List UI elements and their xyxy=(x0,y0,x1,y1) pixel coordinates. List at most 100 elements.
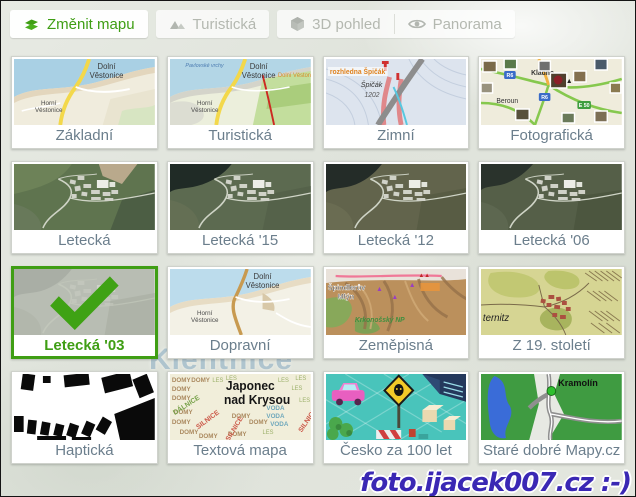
thumb-fotograficka: R6 R6 E 50 Kladno Beroun xyxy=(481,59,622,125)
svg-text:LES: LES xyxy=(299,398,310,404)
svg-text:Dolní: Dolní xyxy=(249,62,268,71)
eye-icon xyxy=(408,17,426,31)
svg-text:Věstonice: Věstonice xyxy=(191,107,219,114)
svg-text:Špindlerův: Špindlerův xyxy=(327,283,365,292)
svg-text:Dolní: Dolní xyxy=(253,272,272,281)
thumb-zakladni: Dolní Věstonice Horní Věstonice xyxy=(14,59,155,125)
thumb-turisticka: Pavlovské vrchy Dolní Věstonice Dolní Vě… xyxy=(170,59,311,125)
svg-text:Dolní: Dolní xyxy=(98,62,117,71)
svg-text:Kramolín: Kramolín xyxy=(558,378,598,388)
tile-label: Letecká '06 xyxy=(481,230,622,251)
map-tile-cesko-za-100-let[interactable]: Česko za 100 let xyxy=(323,371,470,464)
tile-label: Letecká '15 xyxy=(170,230,311,251)
svg-text:nad Krysou: nad Krysou xyxy=(224,393,290,407)
photo-watermark: foto.ijacek007.cz :-) xyxy=(360,468,631,497)
svg-text:rozhledna Špičák: rozhledna Špičák xyxy=(329,67,385,76)
tile-label: Česko za 100 let xyxy=(326,440,467,461)
view-3d-label: 3D pohled xyxy=(312,16,380,33)
layers-icon xyxy=(23,16,40,32)
svg-text:Věstonice: Věstonice xyxy=(245,281,279,290)
tile-label: Zimní xyxy=(326,125,467,146)
thumb-hapticka xyxy=(14,374,155,440)
thumb-z19: ternitz xyxy=(481,269,622,335)
map-tile-textova-mapa[interactable]: DOMY DOMY DOMY DOMY DOMY DOMY DOMY DOMY … xyxy=(167,371,314,464)
thumb-dopravni: Dolní Věstonice Horní Věstonice xyxy=(170,269,311,335)
tile-label: Letecká '03 xyxy=(14,335,155,356)
tile-label: Staré dobré Mapy.cz xyxy=(481,440,622,461)
svg-text:R6: R6 xyxy=(541,95,548,101)
thumb-letecka-12 xyxy=(326,164,467,230)
svg-text:Krkonošský NP: Krkonošský NP xyxy=(354,317,404,324)
thumb-letecka-06 xyxy=(481,164,622,230)
thumb-zemepisna: ▲▲▲ ▲▲ Špindlerův Mlýn Krkonošský NP xyxy=(326,269,467,335)
map-switcher-screen: Klentnice Změnit mapu Turistická xyxy=(0,0,636,497)
change-map-button[interactable]: Změnit mapu xyxy=(10,10,148,38)
change-map-label: Změnit mapu xyxy=(47,16,135,33)
map-tile-zakladni[interactable]: Dolní Věstonice Horní Věstonice Základní xyxy=(11,56,158,149)
svg-text:Japonec: Japonec xyxy=(226,379,275,393)
map-tile-dopravni[interactable]: Dolní Věstonice Horní Věstonice Dopravní xyxy=(167,266,314,359)
svg-text:1202: 1202 xyxy=(364,92,379,99)
thumb-letecka-15 xyxy=(170,164,311,230)
svg-text:Věstonice: Věstonice xyxy=(191,317,219,324)
svg-text:LES: LES xyxy=(295,376,306,382)
svg-text:Věstonice: Věstonice xyxy=(242,71,276,80)
map-tile-letecka-12[interactable]: Letecká '12 xyxy=(323,161,470,254)
tile-label: Letecká xyxy=(14,230,155,251)
cube-icon xyxy=(290,16,305,32)
map-toolbar: Změnit mapu Turistická 3D xyxy=(10,10,515,38)
tourist-layer-button[interactable]: Turistická xyxy=(156,10,270,38)
svg-text:Pavlovské vrchy: Pavlovské vrchy xyxy=(185,63,224,69)
svg-text:DOMY: DOMY xyxy=(179,429,199,436)
svg-text:VODA: VODA xyxy=(266,413,284,420)
map-tile-fotograficka[interactable]: R6 R6 E 50 Kladno Beroun xyxy=(478,56,625,149)
svg-text:Věstonice: Věstonice xyxy=(35,107,63,114)
tile-label: Zeměpisná xyxy=(326,335,467,356)
svg-text:LES: LES xyxy=(291,386,302,392)
tile-label: Fotografická xyxy=(481,125,622,146)
svg-text:LES: LES xyxy=(262,430,273,436)
map-tile-stare-dobre-mapy[interactable]: Kramolín Staré dobré Mapy.cz xyxy=(478,371,625,464)
map-tile-z19-stoleti[interactable]: ternitz Z 19. století xyxy=(478,266,625,359)
tourist-layer-label: Turistická xyxy=(193,16,257,33)
svg-text:R6: R6 xyxy=(507,73,514,79)
tile-label: Turistická xyxy=(170,125,311,146)
svg-text:▲: ▲ xyxy=(391,294,398,301)
svg-text:DOMY: DOMY xyxy=(172,377,192,384)
map-type-grid: Dolní Věstonice Horní Věstonice Základní… xyxy=(11,56,625,464)
view-buttons-group: 3D pohled Panorama xyxy=(277,10,515,38)
mountains-icon xyxy=(169,17,186,31)
thumb-letecka-03 xyxy=(14,269,155,335)
map-tile-zemepisna[interactable]: ▲▲▲ ▲▲ Špindlerův Mlýn Krkonošský NP Zem… xyxy=(323,266,470,359)
svg-text:DOMY: DOMY xyxy=(172,419,192,426)
thumb-stare-mapy: Kramolín xyxy=(481,374,622,440)
view-3d-button[interactable]: 3D pohled xyxy=(277,10,393,38)
svg-text:▲: ▲ xyxy=(566,78,573,85)
tile-label: Letecká '12 xyxy=(326,230,467,251)
thumb-letecka xyxy=(14,164,155,230)
svg-text:Mlýn: Mlýn xyxy=(337,292,354,301)
svg-text:LES: LES xyxy=(212,378,223,384)
thumb-cesko100 xyxy=(326,374,467,440)
svg-text:Špičák: Špičák xyxy=(360,80,382,89)
svg-text:Věstonice: Věstonice xyxy=(90,71,124,80)
map-tile-letecka-15[interactable]: Letecká '15 xyxy=(167,161,314,254)
thumb-zimni: rozhledna Špičák Špičák 1202 xyxy=(326,59,467,125)
map-tile-letecka-06[interactable]: Letecká '06 xyxy=(478,161,625,254)
map-tile-letecka-03-selected[interactable]: Letecká '03 xyxy=(11,266,158,359)
map-tile-zimni[interactable]: rozhledna Špičák Špičák 1202 Zimní xyxy=(323,56,470,149)
tile-label: Haptická xyxy=(14,440,155,461)
svg-text:DOMY: DOMY xyxy=(191,377,211,384)
svg-text:▲: ▲ xyxy=(408,282,415,289)
svg-text:DOMY: DOMY xyxy=(172,386,192,393)
tile-label: Textová mapa xyxy=(170,440,311,461)
map-tile-turisticka[interactable]: Pavlovské vrchy Dolní Věstonice Dolní Vě… xyxy=(167,56,314,149)
svg-text:▲▲: ▲▲ xyxy=(418,273,429,279)
svg-text:LES: LES xyxy=(278,378,289,384)
panorama-button[interactable]: Panorama xyxy=(395,10,515,38)
svg-text:▲: ▲ xyxy=(376,286,383,293)
svg-text:Beroun: Beroun xyxy=(497,98,519,105)
map-tile-hapticka[interactable]: Haptická xyxy=(11,371,158,464)
tile-label: Základní xyxy=(14,125,155,146)
map-tile-letecka[interactable]: Letecká xyxy=(11,161,158,254)
